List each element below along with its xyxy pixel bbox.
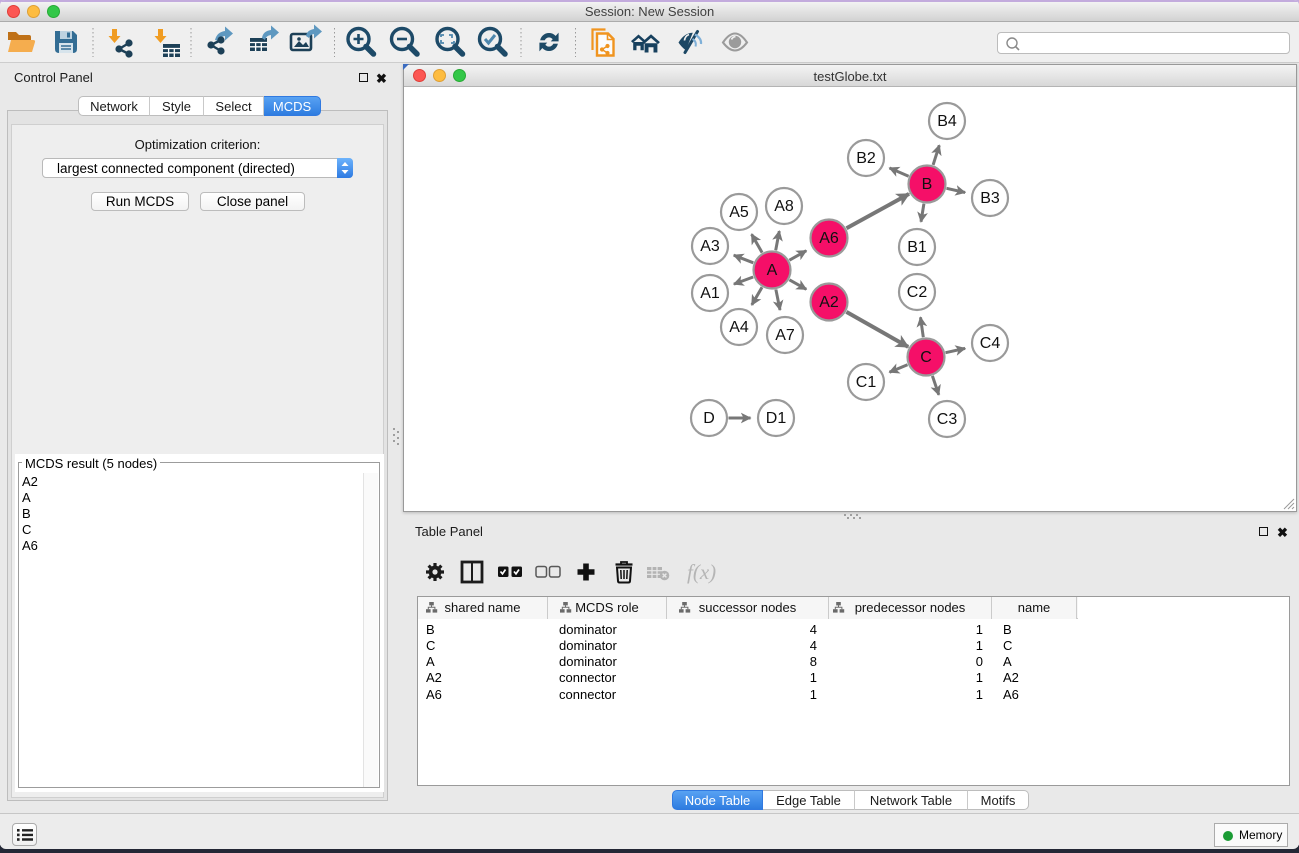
svg-text:C2: C2 — [907, 284, 928, 301]
svg-text:A6: A6 — [819, 230, 839, 247]
svg-text:A1: A1 — [700, 285, 720, 302]
svg-text:A5: A5 — [729, 204, 749, 221]
svg-text:D1: D1 — [766, 410, 787, 427]
svg-text:A7: A7 — [775, 327, 795, 344]
svg-text:D: D — [703, 410, 715, 427]
svg-text:B3: B3 — [980, 190, 1000, 207]
svg-text:B4: B4 — [937, 113, 957, 130]
svg-text:B: B — [922, 176, 933, 193]
svg-text:B2: B2 — [856, 150, 876, 167]
svg-text:C: C — [920, 349, 932, 366]
svg-text:B1: B1 — [907, 239, 927, 256]
svg-text:A8: A8 — [774, 198, 794, 215]
svg-text:A4: A4 — [729, 319, 749, 336]
svg-text:A3: A3 — [700, 238, 720, 255]
svg-text:C3: C3 — [937, 411, 958, 428]
svg-text:f(x): f(x) — [687, 560, 716, 584]
svg-text:C1: C1 — [856, 374, 877, 391]
svg-text:C4: C4 — [980, 335, 1001, 352]
svg-text:A: A — [767, 262, 778, 279]
svg-text:A2: A2 — [819, 294, 839, 311]
